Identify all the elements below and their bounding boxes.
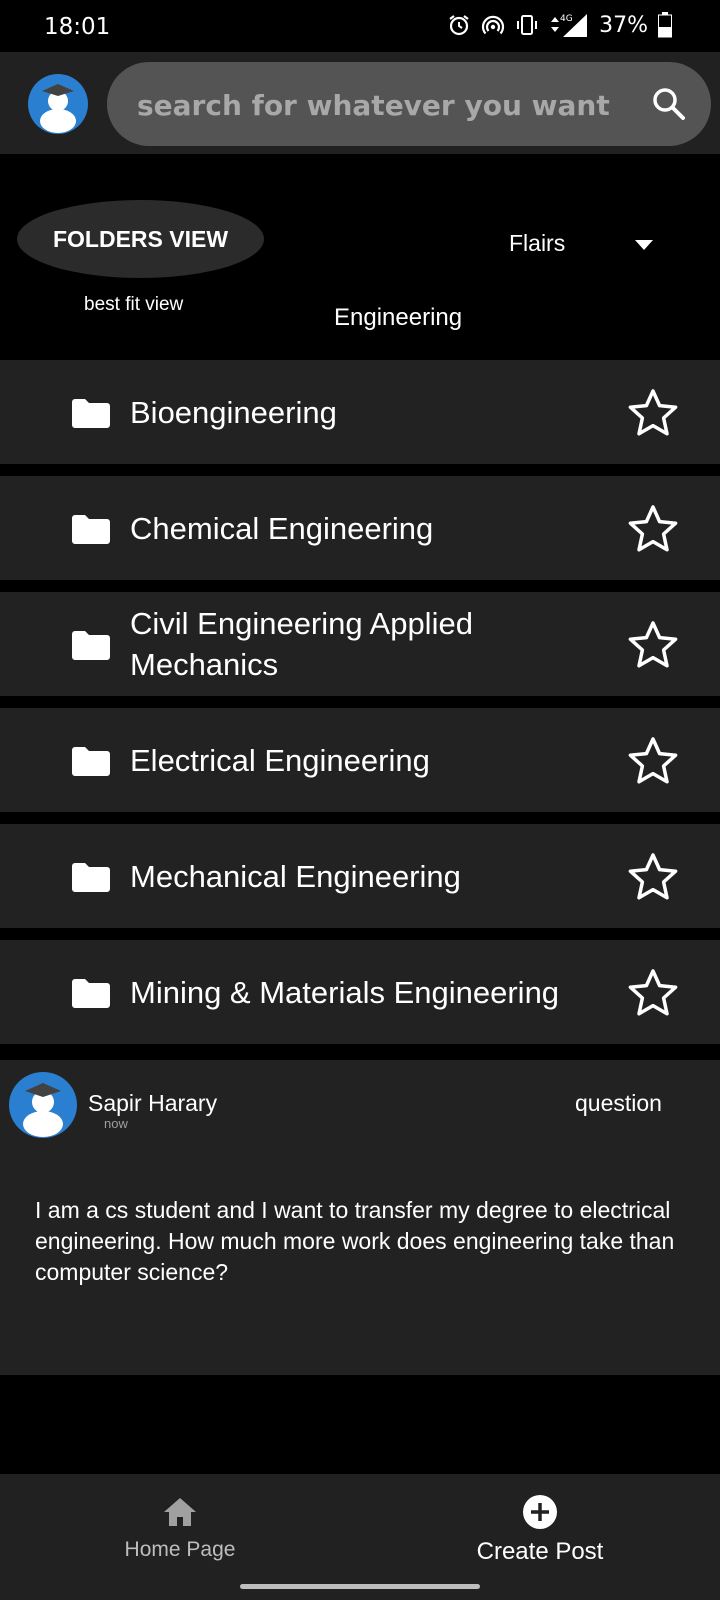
bottom-navigation: Home Page Create Post xyxy=(0,1474,720,1600)
nav-create-label: Create Post xyxy=(476,1538,604,1565)
favorite-star-icon[interactable] xyxy=(627,736,679,786)
folder-name: Mining & Materials Engineering xyxy=(130,974,560,1010)
folder-item[interactable]: Mechanical Engineering xyxy=(0,824,720,928)
alarm-icon xyxy=(449,15,469,36)
category-title: Engineering xyxy=(334,304,463,331)
post-timestamp: now xyxy=(104,1116,128,1131)
user-avatar-icon[interactable] xyxy=(28,74,88,134)
flairs-dropdown[interactable]: Flairs xyxy=(509,226,659,266)
search-input[interactable] xyxy=(135,62,639,148)
folder-name: Chemical Engineering xyxy=(130,510,434,546)
folder-item[interactable]: Bioengineering xyxy=(0,360,720,464)
folder-list: Bioengineering Chemical Engineering Civi… xyxy=(0,360,720,1056)
folder-item[interactable]: Chemical Engineering xyxy=(0,476,720,580)
battery-icon xyxy=(658,12,672,38)
folder-icon xyxy=(72,979,110,1008)
post-author-avatar-icon[interactable] xyxy=(9,1072,77,1138)
favorite-star-icon[interactable] xyxy=(627,620,679,670)
folder-name: Bioengineering xyxy=(130,394,337,430)
vibrate-icon xyxy=(517,15,538,35)
status-time: 18:01 xyxy=(44,14,111,40)
post-body: I am a cs student and I want to transfer… xyxy=(35,1197,675,1285)
hotspot-icon xyxy=(482,15,505,35)
folder-icon xyxy=(72,863,110,892)
search-icon[interactable] xyxy=(651,86,687,122)
add-circle-icon xyxy=(523,1495,557,1529)
signal-icon: 4G xyxy=(551,14,588,37)
search-bar[interactable] xyxy=(107,62,711,148)
svg-text:4G: 4G xyxy=(560,14,573,24)
folder-icon xyxy=(72,747,110,776)
post-author-name[interactable]: Sapir Harary xyxy=(88,1090,217,1117)
caret-down-icon xyxy=(635,240,653,250)
folder-name: Electrical Engineering xyxy=(130,742,430,778)
favorite-star-icon[interactable] xyxy=(627,388,679,438)
home-icon xyxy=(164,1498,196,1526)
flairs-dropdown-label: Flairs xyxy=(509,230,566,256)
folder-name: Mechanical Engineering xyxy=(130,858,461,894)
folder-item[interactable]: Electrical Engineering xyxy=(0,708,720,812)
post-flair: question xyxy=(575,1090,662,1116)
app-header xyxy=(0,52,720,154)
favorite-star-icon[interactable] xyxy=(627,968,679,1018)
gesture-home-indicator[interactable] xyxy=(240,1584,480,1589)
folder-icon xyxy=(72,631,110,660)
favorite-star-icon[interactable] xyxy=(627,504,679,554)
best-fit-view-button[interactable]: best fit view xyxy=(84,294,183,316)
folders-view-button[interactable]: FOLDERS VIEW xyxy=(17,200,264,278)
folder-item[interactable]: Mining & Materials Engineering xyxy=(0,940,720,1044)
status-icons: 4G 37% xyxy=(447,12,672,38)
nav-home-page[interactable]: Home Page xyxy=(0,1474,360,1574)
view-controls: FOLDERS VIEW best fit view Flairs Engine… xyxy=(0,154,720,360)
folder-icon xyxy=(72,515,110,544)
post-card[interactable]: Sapir Harary now question I am a cs stud… xyxy=(0,1060,720,1375)
folder-icon xyxy=(72,399,110,428)
folder-item[interactable]: Civil Engineering Applied Mechanics xyxy=(0,592,720,696)
nav-create-post[interactable]: Create Post xyxy=(360,1474,720,1574)
battery-percentage: 37% xyxy=(599,12,648,38)
nav-home-label: Home Page xyxy=(124,1538,236,1561)
favorite-star-icon[interactable] xyxy=(627,852,679,902)
status-bar: 18:01 4G 37% xyxy=(0,0,720,52)
folder-name: Civil Engineering Applied Mechanics xyxy=(130,606,473,682)
